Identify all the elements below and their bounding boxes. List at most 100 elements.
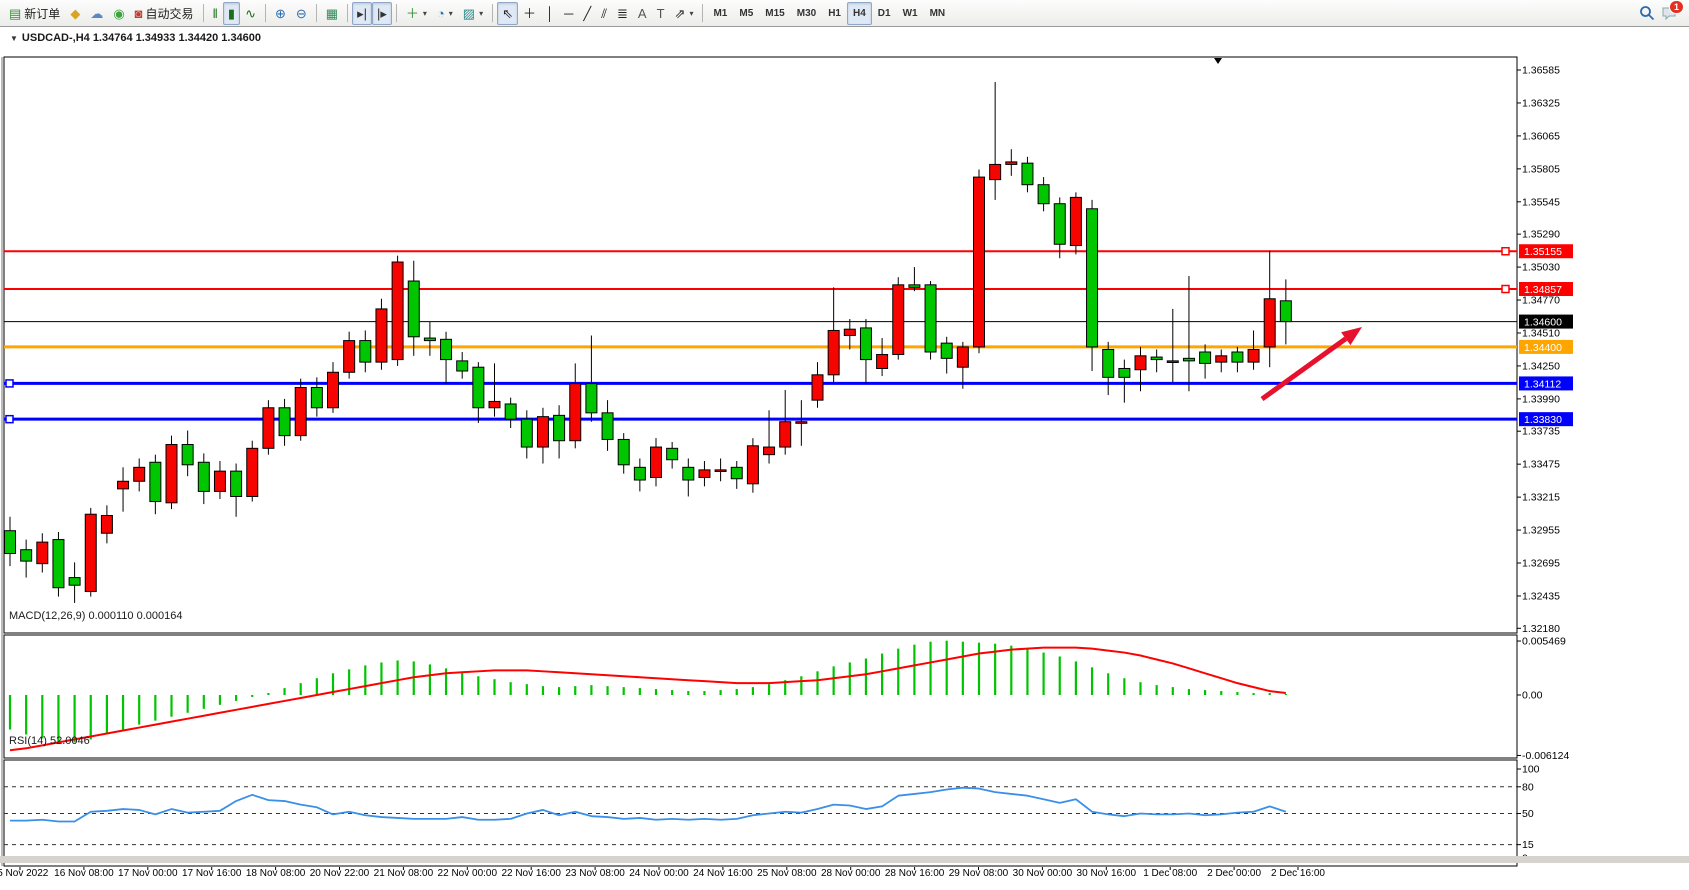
svg-text:1.36325: 1.36325 bbox=[1522, 97, 1560, 109]
svg-text:1.35805: 1.35805 bbox=[1522, 163, 1560, 175]
chevron-down-icon: ▾ bbox=[449, 9, 453, 18]
timeframe-m15-button[interactable]: M15 bbox=[759, 2, 790, 25]
toolbar-separator bbox=[492, 4, 493, 22]
svg-text:1.35545: 1.35545 bbox=[1522, 196, 1560, 208]
search-icon[interactable] bbox=[1639, 5, 1655, 21]
fibonacci-button[interactable]: ≣ bbox=[612, 2, 633, 25]
symbol-title[interactable]: ▼ USDCAD-,H4 1.34764 1.34933 1.34420 1.3… bbox=[10, 32, 261, 44]
autotrade-button-label: 自动交易 bbox=[146, 5, 194, 22]
svg-text:1.33830: 1.33830 bbox=[1524, 414, 1562, 426]
cursor-icon: ⇖ bbox=[502, 7, 513, 20]
timeframe-m5-button[interactable]: M5 bbox=[733, 2, 759, 25]
autotrade-icon: ◙ bbox=[135, 7, 143, 20]
new-order-button[interactable]: ▤新订单 bbox=[4, 2, 65, 25]
cursor-button[interactable]: ⇖ bbox=[497, 2, 518, 25]
svg-text:15 Nov 2022: 15 Nov 2022 bbox=[0, 868, 49, 879]
zoom-in-button[interactable]: ⊕ bbox=[270, 2, 291, 25]
line-chart-type-icon: ∿ bbox=[245, 7, 256, 20]
vertical-line-button[interactable]: │ bbox=[541, 2, 559, 25]
svg-text:30 Nov 00:00: 30 Nov 00:00 bbox=[1013, 868, 1073, 879]
svg-text:24 Nov 00:00: 24 Nov 00:00 bbox=[629, 868, 689, 879]
svg-text:21 Nov 08:00: 21 Nov 08:00 bbox=[374, 868, 434, 879]
svg-text:23 Nov 08:00: 23 Nov 08:00 bbox=[565, 868, 625, 879]
svg-text:1.32435: 1.32435 bbox=[1522, 590, 1560, 602]
autoscroll-button[interactable]: ▸| bbox=[352, 2, 372, 25]
gold-ingot-icon-button[interactable]: ◆ bbox=[65, 2, 85, 25]
toolbar-separator bbox=[396, 4, 397, 22]
svg-text:1.34510: 1.34510 bbox=[1522, 327, 1560, 339]
svg-text:1.34400: 1.34400 bbox=[1524, 342, 1562, 354]
toolbar-separator bbox=[702, 4, 703, 22]
signal-icon-button[interactable]: ◉ bbox=[108, 2, 129, 25]
zoom-out-button[interactable]: ⊖ bbox=[291, 2, 312, 25]
timeframe-d1-button[interactable]: D1 bbox=[872, 2, 897, 25]
time-axis: 15 Nov 202216 Nov 08:0017 Nov 00:0017 No… bbox=[0, 867, 1325, 879]
crosshair-icon: ＋ bbox=[523, 7, 536, 20]
chart-shift-button[interactable]: |▸ bbox=[372, 2, 392, 25]
horizontal-line-icon: ─ bbox=[564, 7, 573, 20]
svg-text:28 Nov 16:00: 28 Nov 16:00 bbox=[885, 868, 945, 879]
svg-text:1.36585: 1.36585 bbox=[1522, 65, 1560, 77]
candlestick-chart-type-icon: ▮ bbox=[228, 7, 235, 20]
toolbar-separator bbox=[347, 4, 348, 22]
svg-text:2 Dec 16:00: 2 Dec 16:00 bbox=[1271, 868, 1325, 879]
toolbar-separator bbox=[265, 4, 266, 22]
text-button[interactable]: A bbox=[633, 2, 652, 25]
svg-text:2 Dec 00:00: 2 Dec 00:00 bbox=[1207, 868, 1261, 879]
svg-text:18 Nov 08:00: 18 Nov 08:00 bbox=[246, 868, 306, 879]
svg-text:1.33215: 1.33215 bbox=[1522, 492, 1560, 504]
svg-text:1.33475: 1.33475 bbox=[1522, 459, 1560, 471]
tile-windows-button[interactable]: ▦ bbox=[321, 2, 343, 25]
timeframe-m30-button[interactable]: M30 bbox=[791, 2, 822, 25]
collapse-triangle-icon[interactable]: ▼ bbox=[10, 34, 18, 43]
timeframe-h4-button[interactable]: H4 bbox=[847, 2, 872, 25]
svg-text:1.34857: 1.34857 bbox=[1524, 284, 1562, 296]
svg-text:1.35290: 1.35290 bbox=[1522, 229, 1560, 241]
horizontal-line-button[interactable]: ─ bbox=[559, 2, 578, 25]
indicators-button[interactable]: ＋▾ bbox=[401, 2, 432, 25]
svg-text:20 Nov 22:00: 20 Nov 22:00 bbox=[310, 868, 370, 879]
chart-window[interactable]: 1.365851.363251.360651.358051.355451.352… bbox=[0, 27, 1689, 863]
profile-cloud-icon-icon: ☁ bbox=[90, 7, 103, 20]
svg-text:1.34770: 1.34770 bbox=[1522, 295, 1560, 307]
svg-text:1.33735: 1.33735 bbox=[1522, 426, 1560, 438]
svg-text:24 Nov 16:00: 24 Nov 16:00 bbox=[693, 868, 753, 879]
trendline-icon: ╱ bbox=[583, 7, 591, 20]
notifications-icon[interactable]: 1 bbox=[1661, 5, 1679, 21]
notification-count-badge: 1 bbox=[1669, 0, 1684, 14]
crosshair-button[interactable]: ＋ bbox=[518, 2, 541, 25]
period-clock-button[interactable]: ◔▾ bbox=[432, 2, 458, 25]
macd-indicator-label: MACD(12,26,9) 0.000110 0.000164 bbox=[9, 610, 182, 622]
svg-text:1 Dec 08:00: 1 Dec 08:00 bbox=[1143, 868, 1197, 879]
timeframe-mn-button[interactable]: MN bbox=[924, 2, 952, 25]
svg-text:1.35030: 1.35030 bbox=[1522, 262, 1560, 274]
timeframe-w1-button[interactable]: W1 bbox=[897, 2, 924, 25]
arrows-tool-button[interactable]: ⇗▾ bbox=[670, 2, 699, 25]
svg-text:1.34250: 1.34250 bbox=[1522, 360, 1560, 372]
trendline-button[interactable]: ╱ bbox=[578, 2, 596, 25]
chart-canvas[interactable]: 1.365851.363251.360651.358051.355451.352… bbox=[0, 27, 1689, 890]
gold-ingot-icon-icon: ◆ bbox=[70, 7, 80, 20]
timeframe-m1-button[interactable]: M1 bbox=[707, 2, 733, 25]
equidistant-channel-button[interactable]: ⫽ bbox=[596, 2, 612, 25]
svg-text:0.005469: 0.005469 bbox=[1522, 636, 1566, 648]
vertical-line-icon: │ bbox=[546, 7, 554, 20]
svg-text:1.32955: 1.32955 bbox=[1522, 525, 1560, 537]
profile-cloud-icon-button[interactable]: ☁ bbox=[85, 2, 108, 25]
text-label-button[interactable]: T bbox=[652, 2, 670, 25]
autoscroll-icon: ▸| bbox=[357, 7, 367, 20]
line-chart-type-button[interactable]: ∿ bbox=[240, 2, 261, 25]
text-icon: A bbox=[638, 7, 647, 20]
rsi-indicator-label: RSI(14) 52.0046 bbox=[9, 735, 90, 747]
new-order-icon: ▤ bbox=[9, 7, 21, 20]
template-button[interactable]: ▨▾ bbox=[458, 2, 488, 25]
main-toolbar: ▤新订单◆☁◉◙自动交易‖▮∿⊕⊖▦▸||▸＋▾◔▾▨▾⇖＋│─╱⫽≣AT⇗▾M… bbox=[0, 0, 1689, 27]
svg-text:1.32695: 1.32695 bbox=[1522, 558, 1560, 570]
bar-chart-type-button[interactable]: ‖ bbox=[208, 2, 223, 25]
timeframe-h1-button[interactable]: H1 bbox=[822, 2, 847, 25]
candlestick-chart-type-button[interactable]: ▮ bbox=[223, 2, 240, 25]
svg-text:30 Nov 16:00: 30 Nov 16:00 bbox=[1077, 868, 1137, 879]
toolbar-separator bbox=[203, 4, 204, 22]
svg-text:100: 100 bbox=[1522, 764, 1540, 776]
autotrade-button[interactable]: ◙自动交易 bbox=[130, 2, 199, 25]
